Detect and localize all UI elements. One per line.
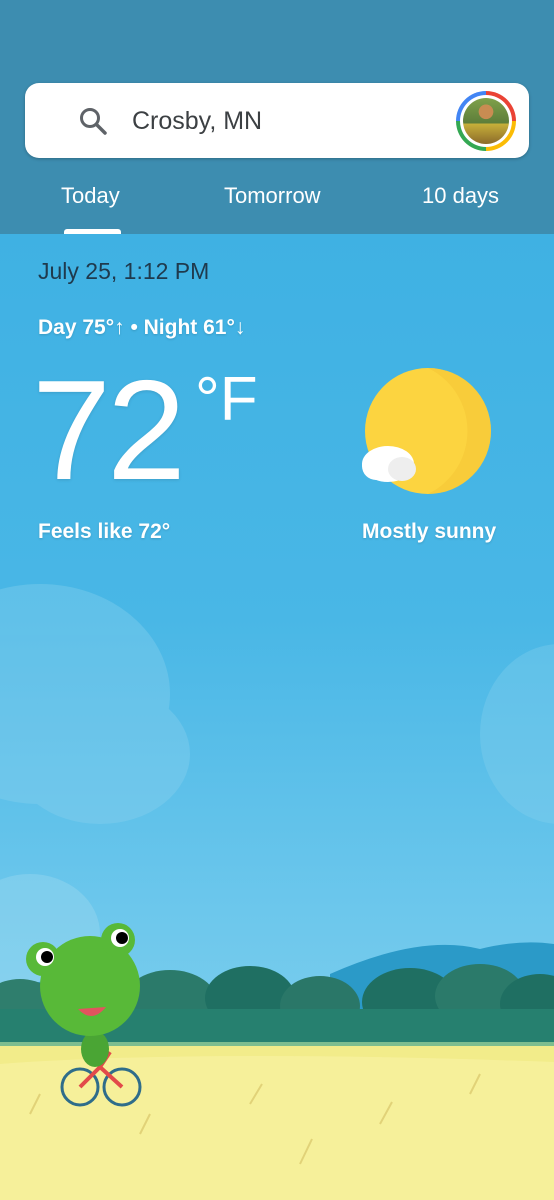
current-datetime: July 25, 1:12 PM — [38, 258, 210, 284]
search-location-text[interactable]: Crosby, MN — [132, 105, 262, 137]
day-night-temperatures: Day 75°↑ • Night 61°↓ — [38, 316, 246, 339]
day-tabs: Today Tomorrow 10 days — [0, 170, 554, 234]
background-cloud-right — [480, 644, 554, 824]
temperature-unit[interactable]: °F — [195, 364, 258, 436]
tab-tomorrow[interactable]: Tomorrow — [224, 182, 321, 210]
search-bar[interactable]: Crosby, MN — [25, 83, 529, 158]
avatar[interactable] — [456, 91, 516, 151]
background-cloud-left — [0, 584, 190, 824]
feels-like-temperature: Feels like 72° — [38, 520, 171, 543]
header-bar: Crosby, MN Today Tomorrow 10 days — [0, 0, 554, 234]
tab-today[interactable]: Today — [61, 182, 120, 210]
search-icon[interactable] — [77, 105, 109, 137]
avatar-photo — [463, 98, 509, 144]
current-temperature: 72 — [32, 351, 186, 510]
sun-with-cloud-icon — [362, 368, 491, 494]
weather-condition: Mostly sunny — [362, 520, 497, 543]
tab-10-days[interactable]: 10 days — [422, 182, 499, 210]
